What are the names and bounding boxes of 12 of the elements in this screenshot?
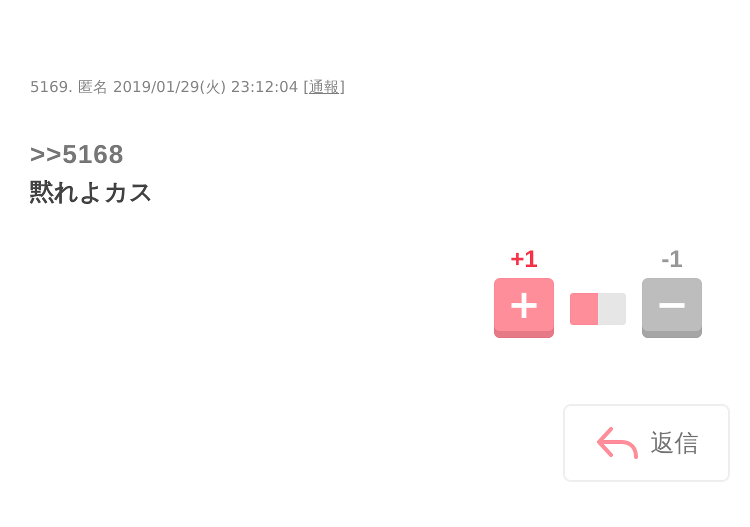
reply-button[interactable]: 返信	[563, 404, 730, 482]
post-datetime: 2019/01/29(火) 23:12:04	[112, 78, 298, 97]
reply-anchor-link[interactable]: >>5168	[30, 139, 750, 170]
report-link[interactable]: [通報]	[303, 78, 345, 97]
minus-count: -1	[661, 246, 683, 274]
post-number: 5169.	[30, 78, 73, 96]
post-body: 黙れよカス	[30, 177, 155, 208]
plus-count: +1	[510, 246, 538, 274]
reply-arrow-icon	[594, 426, 638, 460]
minus-vote-button[interactable]: −	[642, 278, 702, 338]
author-name: 匿名	[78, 78, 108, 97]
plus-vote-button[interactable]: +	[494, 278, 554, 338]
